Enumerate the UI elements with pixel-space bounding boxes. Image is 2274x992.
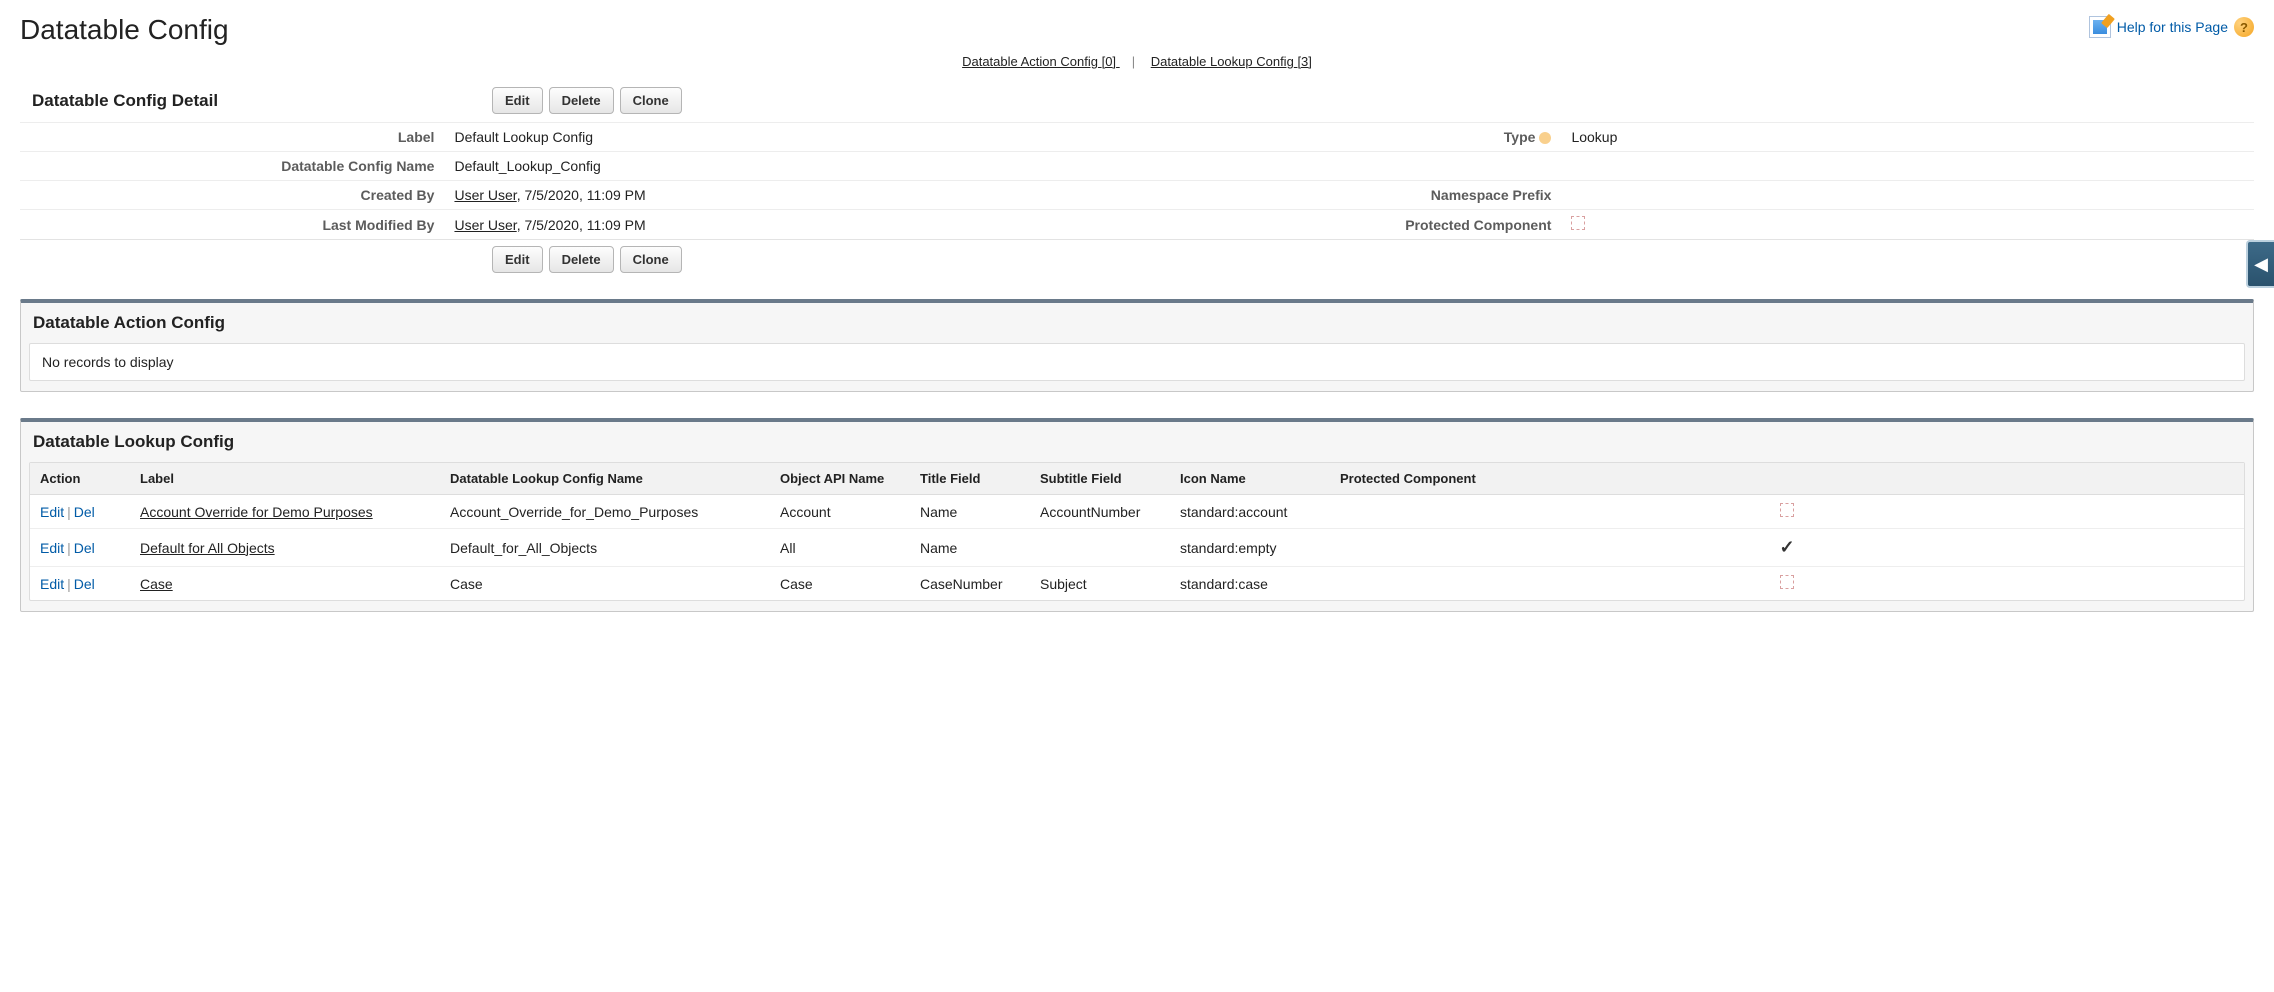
row-name: Case (440, 567, 770, 601)
col-name: Datatable Lookup Config Name (440, 463, 770, 495)
row-subtitle: AccountNumber (1030, 495, 1170, 529)
row-icon: standard:case (1170, 567, 1330, 601)
modified-by-timestamp: , 7/5/2020, 11:09 PM (517, 217, 646, 233)
created-by-timestamp: , 7/5/2020, 11:09 PM (517, 187, 646, 203)
action-separator: | (67, 540, 71, 556)
related-anchor-links: Datatable Action Config [0] | Datatable … (20, 54, 2254, 69)
question-icon: ? (2234, 17, 2254, 37)
lookup-table: Action Label Datatable Lookup Config Nam… (30, 463, 2244, 600)
col-icon: Icon Name (1170, 463, 1330, 495)
row-del-link[interactable]: Del (74, 504, 95, 520)
field-label-value: Default Lookup Config (444, 123, 1137, 152)
row-icon: standard:account (1170, 495, 1330, 529)
field-type-label: Type (1137, 123, 1561, 152)
edit-button-bottom[interactable]: Edit (492, 246, 543, 273)
detail-table: Label Default Lookup Config Type Lookup … (20, 122, 2254, 240)
row-edit-link[interactable]: Edit (40, 504, 64, 520)
row-name: Default_for_All_Objects (440, 529, 770, 567)
row-obj: Case (770, 567, 910, 601)
delete-button-bottom[interactable]: Delete (549, 246, 614, 273)
row-title: Name (910, 495, 1030, 529)
field-created-label: Created By (20, 181, 444, 210)
row-edit-link[interactable]: Edit (40, 576, 64, 592)
field-name-value: Default_Lookup_Config (444, 152, 1137, 181)
protected-checkmark-icon: ✓ (1779, 537, 1794, 557)
row-name: Account_Override_for_Demo_Purposes (440, 495, 770, 529)
detail-heading: Datatable Config Detail (32, 91, 312, 111)
field-label-label: Label (20, 123, 444, 152)
related-lookup-config: Datatable Lookup Config Action Label Dat… (20, 418, 2254, 612)
table-row: Edit|DelCaseCaseCaseCaseNumberSubjectsta… (30, 567, 2244, 601)
table-row: Edit|Del Account Override for Demo Purpos… (30, 495, 2244, 529)
chevron-left-icon: ◀ (2254, 254, 2268, 275)
row-obj: Account (770, 495, 910, 529)
field-name-label: Datatable Config Name (20, 152, 444, 181)
row-title: CaseNumber (910, 567, 1030, 601)
row-label-link[interactable]: Case (140, 576, 173, 592)
info-icon (1539, 132, 1551, 144)
row-subtitle (1030, 529, 1170, 567)
col-title: Title Field (910, 463, 1030, 495)
protected-checkbox-unchecked (1780, 575, 1794, 589)
action-separator: | (67, 504, 71, 520)
row-title: Name (910, 529, 1030, 567)
row-del-link[interactable]: Del (74, 540, 95, 556)
related-action-empty: No records to display (30, 344, 2244, 380)
modified-by-user-link[interactable]: User User (454, 217, 516, 233)
clone-button-bottom[interactable]: Clone (620, 246, 682, 273)
field-modified-label: Last Modified By (20, 210, 444, 240)
created-by-user-link[interactable]: User User (454, 187, 516, 203)
row-label-link[interactable]: Account Override for Demo Purposes (140, 504, 373, 520)
row-edit-link[interactable]: Edit (40, 540, 64, 556)
col-subtitle: Subtitle Field (1030, 463, 1170, 495)
col-label: Label (130, 463, 440, 495)
clone-button[interactable]: Clone (620, 87, 682, 114)
help-page-icon (2089, 16, 2111, 38)
protected-checkbox-unchecked (1571, 216, 1585, 230)
anchor-separator: | (1132, 54, 1135, 69)
row-del-link[interactable]: Del (74, 576, 95, 592)
field-type-value: Lookup (1561, 123, 2254, 152)
related-action-heading: Datatable Action Config (33, 313, 2253, 333)
page-title: Datatable Config (20, 14, 229, 46)
help-label: Help for this Page (2117, 19, 2228, 35)
row-subtitle: Subject (1030, 567, 1170, 601)
row-obj: All (770, 529, 910, 567)
col-protected: Protected Component (1330, 463, 2244, 495)
edit-button[interactable]: Edit (492, 87, 543, 114)
related-lookup-heading: Datatable Lookup Config (33, 432, 2253, 452)
side-expand-tab[interactable]: ◀ (2246, 240, 2274, 288)
col-action: Action (30, 463, 130, 495)
protected-checkbox-unchecked (1780, 503, 1794, 517)
table-row: Edit|Del Default for All Objects Default_f… (30, 529, 2244, 567)
anchor-lookup-config[interactable]: Datatable Lookup Config [3] (1151, 54, 1312, 69)
field-ns-value (1561, 181, 2254, 210)
row-label-link[interactable]: Default for All Objects (140, 540, 275, 556)
col-obj: Object API Name (770, 463, 910, 495)
field-ns-label: Namespace Prefix (1137, 181, 1561, 210)
related-action-config: Datatable Action Config No records to di… (20, 299, 2254, 392)
row-icon: standard:empty (1170, 529, 1330, 567)
delete-button[interactable]: Delete (549, 87, 614, 114)
anchor-action-config[interactable]: Datatable Action Config [0] (962, 54, 1120, 69)
help-link[interactable]: Help for this Page ? (2089, 16, 2254, 38)
field-protected-label: Protected Component (1137, 210, 1561, 240)
action-separator: | (67, 576, 71, 592)
